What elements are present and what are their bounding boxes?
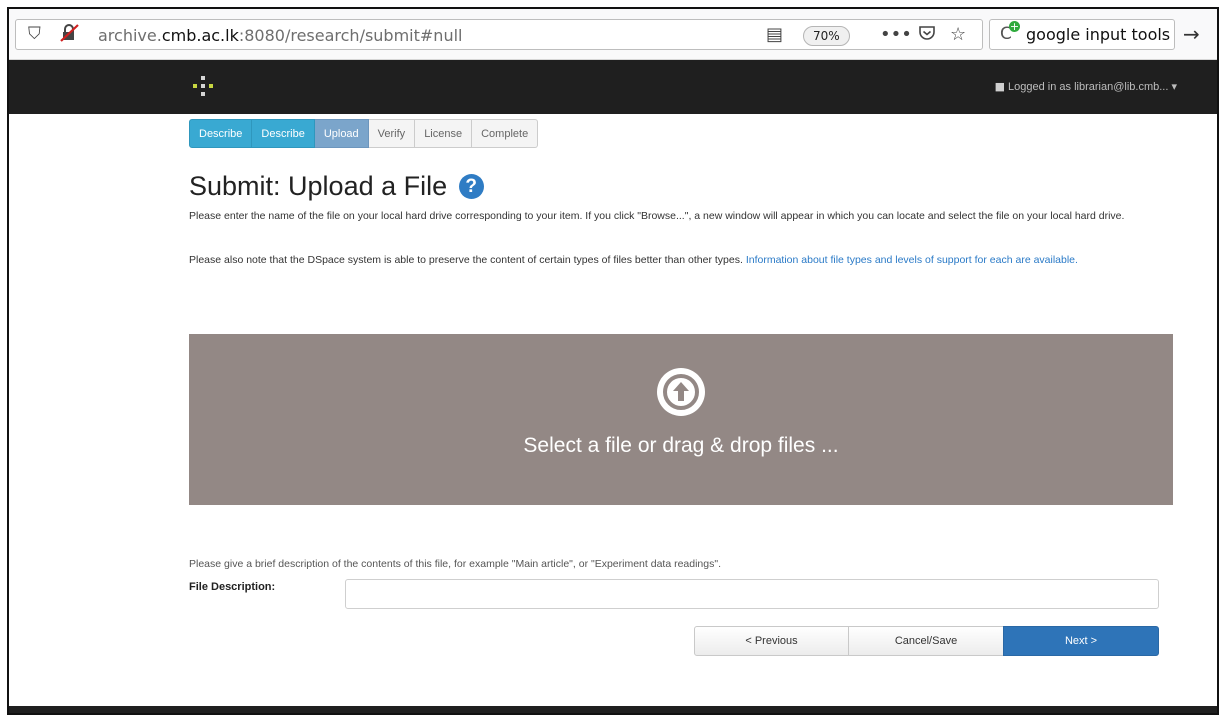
user-icon: ■ — [994, 80, 1006, 93]
reader-view-icon[interactable]: ▤ — [766, 24, 783, 45]
file-types-text: Please also note that the DSpace system … — [189, 254, 746, 266]
site-navbar: ■ Logged in as librarian@lib.cmb... ▾ — [9, 60, 1217, 114]
file-dropzone[interactable]: Select a file or drag & drop files ... — [189, 334, 1173, 505]
upload-icon[interactable] — [657, 368, 705, 416]
step-license: License — [415, 119, 473, 148]
previous-button[interactable]: < Previous — [694, 626, 849, 656]
user-menu[interactable]: ■ Logged in as librarian@lib.cmb... ▾ — [995, 80, 1177, 93]
page-title-text: Submit: Upload a File — [189, 171, 448, 201]
address-bar[interactable]: ⛉ archive.cmb.ac.lk:8080/research/submit… — [15, 19, 983, 50]
page-title: Submit: Upload a File ? — [189, 171, 484, 202]
file-description-input[interactable] — [345, 579, 1159, 609]
help-icon[interactable]: ? — [458, 174, 484, 199]
file-types-link[interactable]: Information about file types and levels … — [746, 254, 1078, 266]
insecure-lock-icon[interactable] — [60, 24, 80, 47]
shield-icon[interactable]: ⛉ — [28, 24, 41, 44]
browser-window: ⛉ archive.cmb.ac.lk:8080/research/submit… — [7, 7, 1219, 715]
next-button[interactable]: Next > — [1003, 626, 1159, 656]
star-icon[interactable]: ☆ — [950, 24, 966, 45]
pocket-icon[interactable] — [918, 24, 936, 47]
more-icon[interactable]: ••• — [880, 24, 912, 45]
submission-progress: Describe Describe Upload Verify License … — [189, 119, 539, 148]
dropzone-label: Select a file or drag & drop files ... — [523, 434, 839, 457]
browser-toolbar: ⛉ archive.cmb.ac.lk:8080/research/submit… — [9, 9, 1217, 60]
url-rest: :8080/research/submit#null — [238, 26, 463, 45]
file-description-label: File Description: — [189, 581, 276, 593]
url-host: cmb.ac.lk — [161, 26, 239, 45]
zoom-indicator[interactable]: 70% — [803, 26, 850, 46]
cancel-save-button[interactable]: Cancel/Save — [849, 626, 1004, 656]
google-input-tools-icon[interactable]: C + — [1000, 21, 1020, 44]
search-query[interactable]: google input tools — [1026, 25, 1170, 44]
chevron-down-icon: ▾ — [1171, 81, 1177, 93]
step-describe-1[interactable]: Describe — [189, 119, 253, 148]
dspace-logo[interactable] — [193, 76, 213, 96]
step-describe-2[interactable]: Describe — [252, 119, 315, 148]
file-types-paragraph: Please also note that the DSpace system … — [189, 252, 1164, 268]
user-label: Logged in as librarian@lib.cmb... — [1008, 81, 1169, 93]
step-upload[interactable]: Upload — [314, 119, 369, 148]
url-text[interactable]: archive.cmb.ac.lk:8080/research/submit#n… — [98, 26, 462, 45]
arrow-right-icon[interactable]: → — [1183, 22, 1200, 46]
step-verify: Verify — [368, 119, 416, 148]
search-box[interactable]: C + google input tools — [989, 19, 1175, 50]
description-hint: Please give a brief description of the c… — [189, 558, 722, 570]
url-prefix: archive. — [98, 26, 162, 45]
intro-paragraph: Please enter the name of the file on you… — [189, 210, 1125, 222]
step-complete: Complete — [472, 119, 539, 148]
footer-bar — [9, 706, 1217, 713]
